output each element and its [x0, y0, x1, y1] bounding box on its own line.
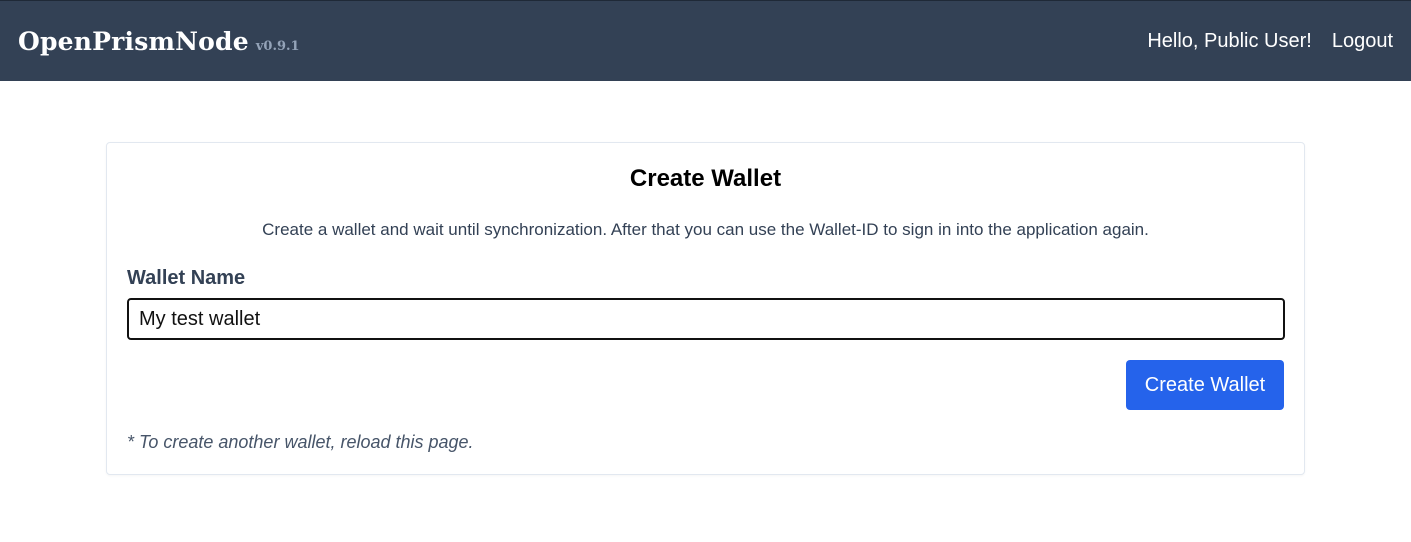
create-wallet-card: Create Wallet Create a wallet and wait u… [106, 142, 1305, 475]
wallet-name-label: Wallet Name [127, 267, 246, 289]
user-greeting: Hello, Public User! [1147, 29, 1312, 52]
create-wallet-button[interactable]: Create Wallet [1126, 360, 1284, 410]
user-menu: Hello, Public User! Logout [1147, 30, 1393, 53]
top-navbar: OpenPrismNode v0.9.1 Hello, Public User!… [0, 0, 1411, 81]
reload-note: * To create another wallet, reload this … [127, 432, 474, 452]
version-label: v0.9.1 [255, 38, 300, 54]
logout-link[interactable]: Logout [1332, 30, 1393, 53]
brand[interactable]: OpenPrismNode v0.9.1 [18, 27, 300, 56]
wallet-name-input[interactable] [127, 298, 1285, 340]
card-description: Create a wallet and wait until synchroni… [262, 220, 1149, 239]
brand-name[interactable]: OpenPrismNode [18, 27, 249, 56]
page-title: Create Wallet [629, 165, 782, 192]
